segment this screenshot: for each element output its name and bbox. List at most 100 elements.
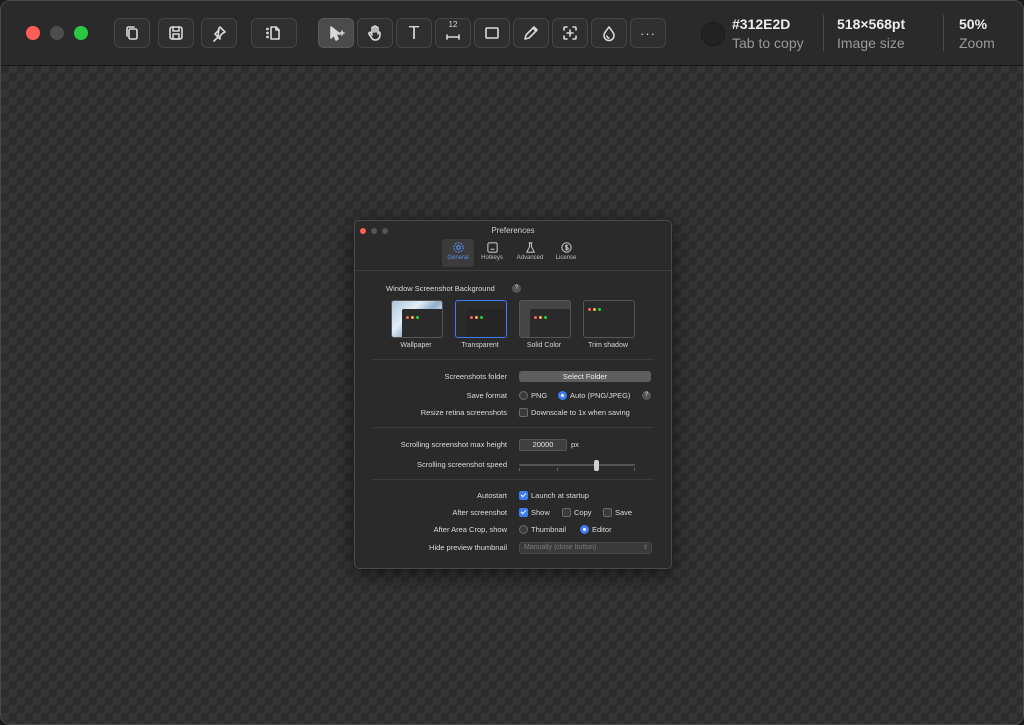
pencil-icon <box>524 26 538 40</box>
autostart-option-label: Launch at startup <box>531 491 589 500</box>
tab-hotkeys: Hotkeys <box>476 239 508 267</box>
prefs-tabs: General Hotkeys Advanced License <box>355 239 671 267</box>
toolbar-divider <box>943 15 944 51</box>
after-save-checkbox <box>603 508 612 517</box>
bg-option-wallpaper <box>391 300 443 338</box>
pin-icon <box>213 26 226 42</box>
image-size-info: 518×568pt Image size <box>837 16 905 51</box>
scroll-speed-knob <box>594 460 600 471</box>
format-png-radio <box>519 391 528 400</box>
format-png-label: PNG <box>531 391 548 400</box>
copy-button[interactable] <box>114 18 150 48</box>
minimize-window-button[interactable] <box>50 26 64 40</box>
zoom-window-button[interactable] <box>74 26 88 40</box>
hide-preview-value: Manually (close button) <box>524 544 597 551</box>
color-hint: Tab to copy <box>732 35 804 51</box>
keyboard-icon <box>486 241 499 254</box>
prefs-tabs-divider <box>355 270 671 271</box>
format-auto-label: Auto (PNG/JPEG) <box>570 391 631 400</box>
section-divider <box>372 479 654 480</box>
text-tool-button[interactable]: T <box>396 18 432 48</box>
bg-option-solid-color <box>519 300 571 338</box>
bg-option-label: Transparent <box>461 342 499 349</box>
retina-checkbox <box>519 408 528 417</box>
measure-value: 12 <box>448 20 458 29</box>
hide-preview-label: Hide preview thumbnail <box>429 543 507 552</box>
autostart-label: Autostart <box>476 491 507 500</box>
zoom-label: Zoom <box>959 35 995 51</box>
close-window-button[interactable] <box>26 26 40 40</box>
crop-editor-label: Editor <box>592 525 612 534</box>
bg-section-label: Window Screenshot Background <box>386 284 495 293</box>
retina-label: Resize retina screenshots <box>420 408 507 417</box>
after-screenshot-label: After screenshot <box>452 508 507 517</box>
help-icon: ? <box>512 284 521 293</box>
after-copy-label: Copy <box>574 508 592 517</box>
copy-icon <box>126 26 138 40</box>
bg-option-label: Trim shadow <box>588 342 628 349</box>
after-save-label: Save <box>615 508 633 517</box>
document-icon <box>266 26 280 40</box>
save-icon <box>169 26 183 40</box>
select-tool-button[interactable] <box>318 18 354 48</box>
after-show-label: Show <box>531 508 550 517</box>
chevron-updown-icon: ⇕ <box>642 545 648 551</box>
tab-hotkeys-label: Hotkeys <box>481 255 503 261</box>
app-window: T 12 ··· #312E2D Tab to copy 518×568pt I… <box>0 0 1024 725</box>
blur-tool-button[interactable] <box>591 18 627 48</box>
bg-option-label: Solid Color <box>526 342 562 349</box>
scroll-speed-slider <box>519 464 635 466</box>
tab-general: General <box>442 239 474 267</box>
tab-advanced-label: Advanced <box>516 255 544 261</box>
section-divider <box>372 359 654 360</box>
more-button[interactable]: ··· <box>630 18 666 48</box>
crop-label: After Area Crop, show <box>433 525 507 534</box>
scroll-max-field: 20000 <box>519 439 567 451</box>
color-swatch[interactable] <box>701 22 725 46</box>
slider-tick <box>634 468 635 471</box>
scroll-speed-label: Scrolling screenshot speed <box>416 460 507 469</box>
rectangle-icon <box>485 27 499 39</box>
measure-tool-button[interactable]: 12 <box>435 18 471 48</box>
toolbar: T 12 ··· #312E2D Tab to copy 518×568pt I… <box>1 1 1023 66</box>
crop-thumbnail-radio <box>519 525 528 534</box>
gear-icon <box>452 241 465 254</box>
bg-option-transparent <box>455 300 507 338</box>
after-copy-checkbox <box>562 508 571 517</box>
rectangle-tool-button[interactable] <box>474 18 510 48</box>
color-hex: #312E2D <box>732 16 791 32</box>
help-icon: ? <box>642 391 651 400</box>
image-size-value: 518×568pt <box>837 16 906 32</box>
tab-general-label: General <box>447 255 469 261</box>
image-size-label: Image size <box>837 35 905 51</box>
arrow-cursor-icon <box>330 26 345 41</box>
color-info[interactable]: #312E2D Tab to copy <box>732 16 804 51</box>
flask-icon <box>524 241 537 254</box>
select-folder-button: Select Folder <box>519 371 651 382</box>
pencil-tool-button[interactable] <box>513 18 549 48</box>
pin-button[interactable] <box>201 18 237 48</box>
format-label: Save format <box>466 391 507 400</box>
after-show-checkbox <box>519 508 528 517</box>
hand-tool-button[interactable] <box>357 18 393 48</box>
scroll-max-unit: px <box>571 440 579 449</box>
add-area-tool-button[interactable] <box>552 18 588 48</box>
dollar-icon <box>560 241 573 254</box>
tab-advanced: Advanced <box>512 239 548 267</box>
crop-editor-radio <box>580 525 589 534</box>
format-auto-radio <box>558 391 567 400</box>
section-divider <box>372 427 654 428</box>
slider-tick <box>557 468 558 471</box>
text-tool-label: T <box>408 22 420 43</box>
bg-option-trim-shadow <box>583 300 635 338</box>
toolbar-divider <box>823 15 824 51</box>
folder-label: Screenshots folder <box>444 372 507 381</box>
zoom-info[interactable]: 50% Zoom <box>959 16 995 51</box>
save-button[interactable] <box>158 18 194 48</box>
autostart-checkbox <box>519 491 528 500</box>
scroll-max-label: Scrolling screenshot max height <box>400 440 507 449</box>
bg-option-label: Wallpaper <box>400 342 432 349</box>
prefs-title: Preferences <box>491 226 535 235</box>
retina-option-label: Downscale to 1x when saving <box>531 408 630 417</box>
canvas-size-button[interactable] <box>251 18 297 48</box>
